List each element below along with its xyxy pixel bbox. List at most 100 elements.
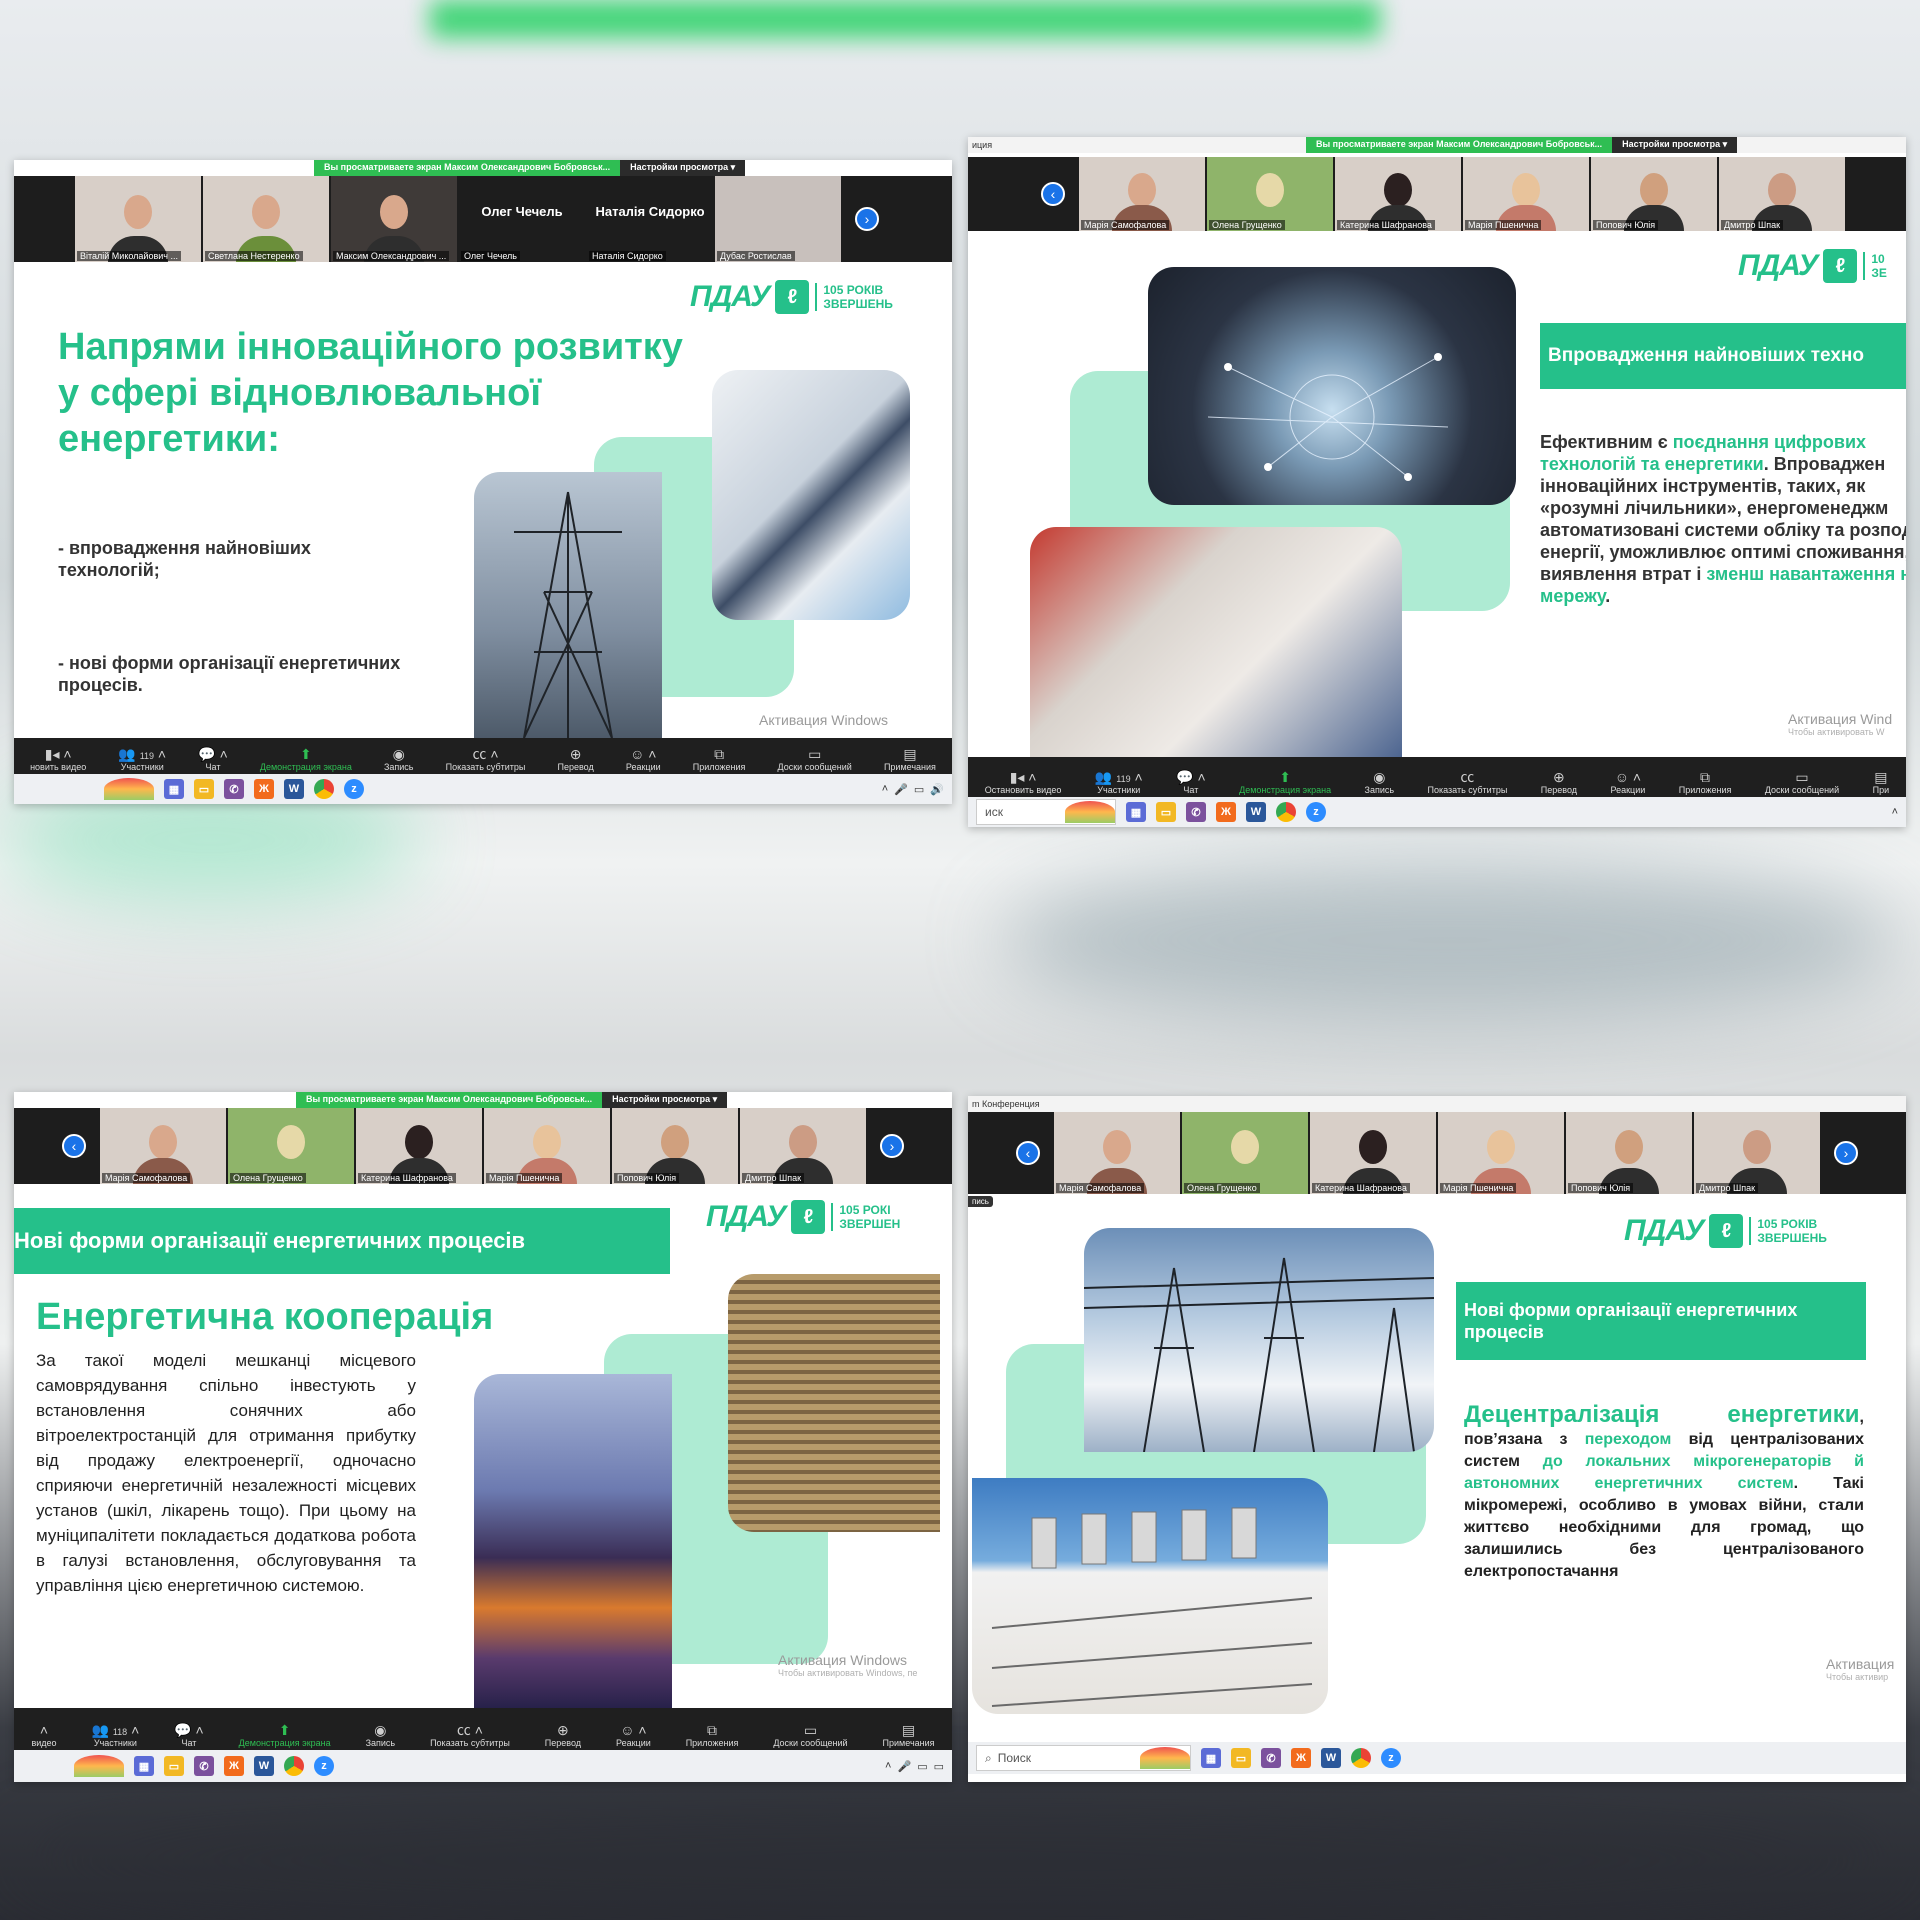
business-charts-image [712, 370, 910, 620]
taskbar-search-input[interactable]: иск [976, 799, 1116, 825]
share-screen-button[interactable]: ⬆ Демонстрация экрана [1239, 769, 1331, 795]
viber-icon[interactable]: ✆ [194, 1756, 214, 1776]
apps-button[interactable]: ⧉ Приложения [686, 1722, 739, 1748]
reactions-button[interactable]: ☺ ˄ Реакции [1610, 769, 1645, 795]
participant-tile[interactable]: Олена Грущенко [1207, 157, 1333, 231]
apps-button[interactable]: ⧉ Приложения [1679, 769, 1732, 795]
word-icon[interactable]: W [254, 1756, 274, 1776]
stop-video-button[interactable]: ▮◂ ˄ новить видео [30, 746, 86, 772]
chat-button[interactable]: 💬 ˄ Чат [174, 1722, 204, 1748]
chrome-icon[interactable] [314, 779, 334, 799]
participant-tile[interactable]: Катерина Шафранова [1335, 157, 1461, 231]
participant-tile[interactable]: Попович Юлія [612, 1108, 738, 1184]
record-button[interactable]: ◉ Запись [366, 1722, 396, 1748]
participant-tile[interactable]: Марія Самофалова [1079, 157, 1205, 231]
gallery-next-arrow-icon[interactable]: › [855, 207, 879, 231]
apps-button[interactable]: ⧉ Приложения [693, 746, 746, 772]
view-settings-button[interactable]: Настройки просмотра ▾ [1612, 137, 1738, 153]
slide-header-bar: Нові форми організації енергетичних проц… [1456, 1282, 1866, 1360]
participant-tile[interactable]: Марія Самофалова [100, 1108, 226, 1184]
participant-tile[interactable]: Марія Самофалова [1054, 1112, 1180, 1194]
taskbar-app-icon[interactable]: ▦ [1201, 1748, 1221, 1768]
taskbar-app-icon[interactable]: Ж [1291, 1748, 1311, 1768]
participant-tile[interactable]: Наталія Сидорко Наталія Сидорко [587, 176, 713, 262]
chrome-icon[interactable] [1351, 1748, 1371, 1768]
bullet-item: - впровадження найновіших технологій; [58, 538, 311, 580]
gallery-prev-arrow-icon[interactable]: ‹ [62, 1134, 86, 1158]
gallery-prev-arrow-icon[interactable]: ‹ [1041, 182, 1065, 206]
participant-tile[interactable]: Попович Юлія [1591, 157, 1717, 231]
chat-button[interactable]: 💬 ˄ Чат [1176, 769, 1206, 795]
viber-icon[interactable]: ✆ [224, 779, 244, 799]
word-icon[interactable]: W [1321, 1748, 1341, 1768]
participant-tile[interactable]: Марія Пшенична [1463, 157, 1589, 231]
power-lines-image [1084, 1228, 1434, 1452]
translate-button[interactable]: ⊕ Перевод [545, 1722, 581, 1748]
file-explorer-icon[interactable]: ▭ [194, 779, 214, 799]
participant-tile[interactable]: Віталій Миколайович ... [75, 176, 201, 262]
captions-button[interactable]: ㏄ ˄ Показать субтитры [446, 746, 526, 772]
gallery-next-arrow-icon[interactable]: › [880, 1134, 904, 1158]
captions-button[interactable]: ㏄ ˄ Показать субтитры [430, 1722, 510, 1748]
notes-button[interactable]: ▤ При [1873, 769, 1890, 795]
participant-tile[interactable]: Максим Олександрович ... [331, 176, 457, 262]
chat-button[interactable]: 💬 ˄ Чат [198, 746, 228, 772]
participant-tile[interactable]: Олена Грущенко [1182, 1112, 1308, 1194]
participant-tile[interactable]: Олег Чечель Олег Чечель [459, 176, 585, 262]
participant-tile[interactable]: Дубас Ростислав [715, 176, 841, 262]
file-explorer-icon[interactable]: ▭ [1156, 802, 1176, 822]
whiteboards-button[interactable]: ▭ Доски сообщений [778, 746, 852, 772]
captions-button[interactable]: ㏄ Показать субтитры [1428, 769, 1508, 795]
taskbar-app-icon[interactable]: ▦ [1126, 802, 1146, 822]
chrome-icon[interactable] [1276, 802, 1296, 822]
participants-button[interactable]: 👥 118 ˄ Участники [92, 1722, 140, 1748]
participant-tile[interactable]: Марія Пшенична [1438, 1112, 1564, 1194]
taskbar-app-icon[interactable]: ▦ [164, 779, 184, 799]
reactions-button[interactable]: ☺ ˄ Реакции [626, 746, 661, 772]
zoom-icon[interactable]: z [1381, 1748, 1401, 1768]
notes-button[interactable]: ▤ Примечания [883, 1722, 935, 1748]
taskbar-app-icon[interactable]: Ж [254, 779, 274, 799]
taskbar-app-icon[interactable]: Ж [1216, 802, 1236, 822]
translate-button[interactable]: ⊕ Перевод [558, 746, 594, 772]
whiteboards-button[interactable]: ▭ Доски сообщений [1765, 769, 1839, 795]
whiteboards-button[interactable]: ▭ Доски сообщений [773, 1722, 847, 1748]
viber-icon[interactable]: ✆ [1186, 802, 1206, 822]
taskbar-app-icon[interactable]: Ж [224, 1756, 244, 1776]
share-screen-button[interactable]: ⬆ Демонстрация экрана [260, 746, 352, 772]
participant-tile[interactable]: Дмитро Шпак [1719, 157, 1845, 231]
gallery-next-arrow-icon[interactable]: › [1834, 1141, 1858, 1165]
record-button[interactable]: ◉ Запись [384, 746, 414, 772]
participant-tile[interactable]: Светлана Нестеренко [203, 176, 329, 262]
stop-video-button[interactable]: ▮◂ ˄ Остановить видео [985, 769, 1062, 795]
zoom-icon[interactable]: z [314, 1756, 334, 1776]
taskbar-app-icon[interactable]: ▦ [134, 1756, 154, 1776]
participant-tile[interactable]: Марія Пшенична [484, 1108, 610, 1184]
participant-tile[interactable]: Дмитро Шпак [1694, 1112, 1820, 1194]
word-icon[interactable]: W [284, 779, 304, 799]
file-explorer-icon[interactable]: ▭ [1231, 1748, 1251, 1768]
file-explorer-icon[interactable]: ▭ [164, 1756, 184, 1776]
view-settings-button[interactable]: Настройки просмотра ▾ [620, 160, 746, 176]
viber-icon[interactable]: ✆ [1261, 1748, 1281, 1768]
taskbar-search-input[interactable]: ⌕ Поиск [976, 1745, 1191, 1771]
participant-tile[interactable]: Дмитро Шпак [740, 1108, 866, 1184]
notes-button[interactable]: ▤ Примечания [884, 746, 936, 772]
zoom-icon[interactable]: z [1306, 802, 1326, 822]
view-settings-button[interactable]: Настройки просмотра ▾ [602, 1092, 728, 1108]
translate-button[interactable]: ⊕ Перевод [1541, 769, 1577, 795]
participant-tile[interactable]: Катерина Шафранова [1310, 1112, 1436, 1194]
reactions-button[interactable]: ☺ ˄ Реакции [616, 1722, 651, 1748]
participant-tile[interactable]: Олена Грущенко [228, 1108, 354, 1184]
participants-button[interactable]: 👥 119 ˄ Участники [118, 746, 166, 772]
participant-tile[interactable]: Попович Юлія [1566, 1112, 1692, 1194]
gallery-prev-arrow-icon[interactable]: ‹ [1016, 1141, 1040, 1165]
word-icon[interactable]: W [1246, 802, 1266, 822]
participants-button[interactable]: 👥 119 ˄ Участники [1095, 769, 1143, 795]
participant-tile[interactable]: Катерина Шафранова [356, 1108, 482, 1184]
chrome-icon[interactable] [284, 1756, 304, 1776]
share-screen-button[interactable]: ⬆ Демонстрация экрана [239, 1722, 331, 1748]
zoom-icon[interactable]: z [344, 779, 364, 799]
record-button[interactable]: ◉ Запись [1365, 769, 1395, 795]
stop-video-button[interactable]: ˄ видео [31, 1722, 56, 1748]
